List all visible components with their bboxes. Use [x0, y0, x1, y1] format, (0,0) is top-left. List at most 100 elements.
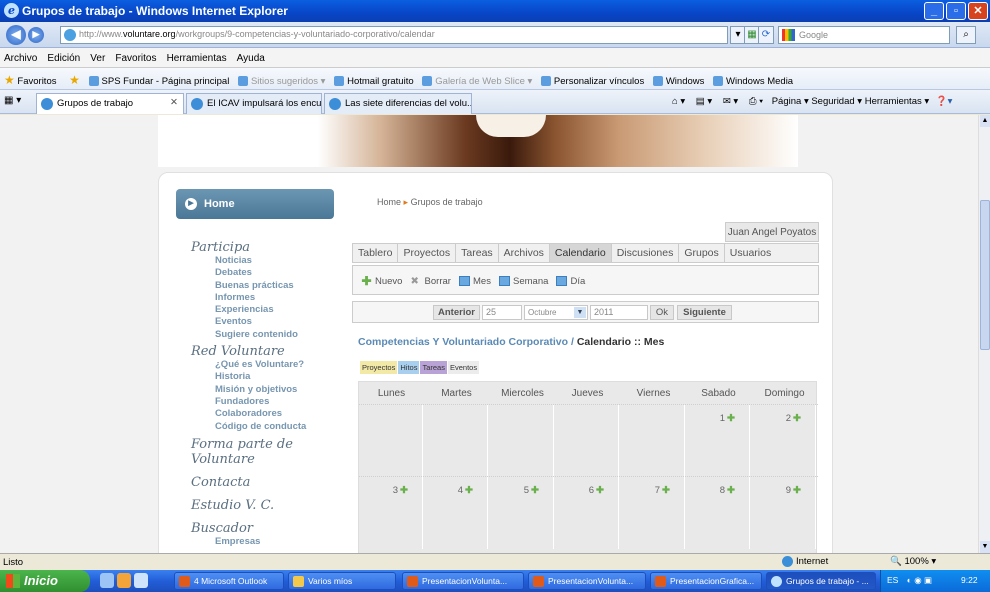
add-event-icon[interactable]: ✚ [727, 413, 735, 424]
sidebar-link[interactable]: Experiencias [191, 304, 341, 316]
taskbar-ppt-2[interactable]: PresentacionVolunta... [528, 572, 646, 590]
browser-tab-grupos[interactable]: Grupos de trabajo ✕ [36, 93, 184, 114]
dia-button[interactable]: Día [556, 276, 585, 287]
day-cell[interactable]: 6 ✚ [555, 477, 619, 549]
day-cell[interactable] [555, 405, 619, 477]
page-tools-menu[interactable]: Página ▾ Seguridad ▾ Herramientas ▾ [772, 96, 929, 107]
sidebar-link[interactable]: Debates [191, 267, 341, 279]
vertical-scrollbar[interactable]: ▲ ▼ [978, 115, 990, 553]
taskbar-ppt-1[interactable]: PresentacionVolunta... [402, 572, 524, 590]
nuevo-button[interactable]: ✚ Nuevo [361, 275, 402, 287]
day-cell[interactable] [490, 405, 554, 477]
day-cell[interactable]: 9 ✚ [752, 477, 816, 549]
scroll-up-icon[interactable]: ▲ [980, 115, 990, 127]
quicklaunch-desktop-icon[interactable] [134, 573, 148, 588]
ok-button[interactable]: Ok [650, 305, 674, 320]
tab-proyectos[interactable]: Proyectos [398, 244, 457, 262]
month-select[interactable]: Octubre ▼ [524, 305, 588, 320]
sidebar-link[interactable]: Eventos [191, 316, 341, 328]
taskbar-ie[interactable]: Grupos de trabajo - ... [766, 572, 876, 590]
tab-grupos[interactable]: Grupos [679, 244, 725, 262]
sidebar-link[interactable]: Colaboradores [191, 408, 341, 420]
feeds-icon[interactable]: ▤ ▾ [696, 96, 712, 107]
sidebar-section-title[interactable]: Contacta [191, 475, 341, 490]
menu-ver[interactable]: Ver [90, 53, 105, 64]
url-input[interactable]: http://www.voluntare.org/workgroups/9-co… [60, 26, 728, 44]
add-event-icon[interactable]: ✚ [596, 485, 604, 496]
breadcrumb-current[interactable]: Grupos de trabajo [411, 197, 483, 207]
sidebar-link[interactable]: Informes [191, 292, 341, 304]
group-name[interactable]: Competencias Y Voluntariado Corporativo [358, 336, 568, 348]
taskbar-outlook[interactable]: 4 Microsoft Outlook [174, 572, 284, 590]
breadcrumb-home[interactable]: Home [377, 197, 401, 207]
quicklaunch-outlook-icon[interactable] [117, 573, 131, 588]
sidebar-link[interactable]: ¿Qué es Voluntare? [191, 359, 341, 371]
tab-usuarios[interactable]: Usuarios [725, 244, 776, 262]
help-icon[interactable]: ❓▾ [936, 96, 953, 107]
day-input[interactable]: 25 [482, 305, 522, 320]
favorites-button[interactable]: Favoritos [17, 76, 56, 87]
taskbar-ppt-3[interactable]: PresentacionGrafica... [650, 572, 762, 590]
day-cell[interactable]: 5 ✚ [490, 477, 554, 549]
sidebar-link[interactable]: Buenas prácticas [191, 280, 341, 292]
sidebar-link[interactable]: Sugiere contenido [191, 329, 341, 341]
tab-calendario[interactable]: Calendario [549, 244, 612, 262]
fav-link-personalizar[interactable]: Personalizar vínculos [554, 76, 644, 87]
menu-ayuda[interactable]: Ayuda [237, 53, 265, 64]
fav-link-hotmail[interactable]: Hotmail gratuito [347, 76, 414, 87]
minimize-button[interactable]: _ [924, 2, 944, 20]
day-cell[interactable] [424, 405, 488, 477]
sidebar-section-title[interactable]: Forma parte de Voluntare [191, 437, 341, 467]
sidebar-section-title[interactable]: Red Voluntare [191, 344, 341, 359]
taskbar-folder[interactable]: Varios míos [288, 572, 396, 590]
day-cell[interactable]: 8 ✚ [686, 477, 750, 549]
legend-eventos[interactable]: Eventos [447, 361, 480, 374]
siguiente-button[interactable]: Siguiente [677, 305, 732, 320]
day-cell[interactable]: 3 ✚ [359, 477, 423, 549]
add-event-icon[interactable]: ✚ [662, 485, 670, 496]
close-tab-icon[interactable]: ✕ [170, 97, 178, 108]
sidebar-link[interactable]: Historia [191, 371, 341, 383]
close-button[interactable]: ✕ [968, 2, 988, 20]
borrar-button[interactable]: ✖ Borrar [411, 276, 451, 287]
add-event-icon[interactable]: ✚ [793, 413, 801, 424]
menu-herramientas[interactable]: Herramientas [167, 53, 227, 64]
add-event-icon[interactable]: ✚ [793, 485, 801, 496]
browser-tab-siete[interactable]: Las siete diferencias del volu... [324, 93, 472, 114]
day-cell[interactable]: 7 ✚ [621, 477, 685, 549]
fav-link-windows-media[interactable]: Windows Media [726, 76, 793, 87]
anterior-button[interactable]: Anterior [433, 305, 480, 320]
sidebar-link[interactable]: Empresas [191, 536, 341, 548]
menu-favoritos[interactable]: Favoritos [115, 53, 156, 64]
search-input[interactable]: Google [778, 26, 950, 44]
mail-icon[interactable]: ✉ ▾ [723, 96, 738, 107]
tab-discusiones[interactable]: Discusiones [612, 244, 680, 262]
language-indicator[interactable]: ES [887, 575, 898, 585]
scroll-thumb[interactable] [980, 200, 990, 350]
menu-archivo[interactable]: Archivo [4, 53, 37, 64]
legend-tareas[interactable]: Tareas [420, 361, 447, 374]
home-nav-button[interactable]: ▶ Home [176, 189, 334, 219]
favorites-star-icon[interactable]: ★ [4, 73, 15, 87]
sidebar-section-title[interactable]: Buscador [191, 521, 341, 536]
search-button[interactable]: ⌕ [956, 26, 976, 44]
sidebar-link[interactable]: Misión y objetivos [191, 384, 341, 396]
fav-link-windows[interactable]: Windows [666, 76, 705, 87]
forward-button[interactable]: ▶ [28, 27, 44, 43]
start-button[interactable]: Inicio [0, 570, 90, 592]
sidebar-section-title[interactable]: Estudio V. C. [191, 498, 341, 513]
scroll-down-icon[interactable]: ▼ [980, 541, 990, 553]
print-icon[interactable]: ⎙ ▾ [749, 96, 763, 107]
add-favorite-icon[interactable]: ★ [69, 73, 80, 87]
fav-link-sugeridos[interactable]: Sitios sugeridos ▾ [251, 76, 325, 87]
add-event-icon[interactable]: ✚ [400, 485, 408, 496]
sidebar-link[interactable]: Código de conducta [191, 421, 341, 433]
sidebar-section-title[interactable]: Participa [191, 240, 341, 255]
fav-link-webslice[interactable]: Galería de Web Slice ▾ [435, 76, 532, 87]
fav-link-sps[interactable]: SPS Fundar - Página principal [102, 76, 230, 87]
home-icon[interactable]: ⌂ ▾ [672, 96, 685, 107]
browser-tab-icav[interactable]: El ICAV impulsará los encuen... [186, 93, 322, 114]
security-zone[interactable]: Internet [782, 556, 828, 567]
tray-icons[interactable]: ◐ ◉ ▣ [907, 575, 932, 585]
day-cell[interactable]: 2 ✚ [752, 405, 816, 477]
